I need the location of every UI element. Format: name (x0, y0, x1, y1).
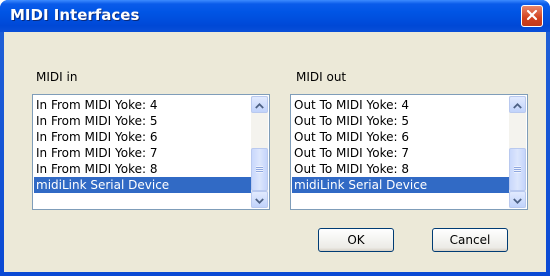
list-item[interactable]: midiLink Serial Device (34, 177, 251, 193)
list-item[interactable]: In From MIDI Yoke: 6 (34, 129, 251, 145)
midi-out-scroll-thumb[interactable] (509, 148, 526, 191)
midi-in-scrollbar[interactable] (251, 96, 268, 208)
grip-icon (514, 166, 521, 173)
list-item[interactable]: Out To MIDI Yoke: 5 (292, 113, 509, 129)
ok-button[interactable]: OK (318, 228, 394, 252)
window-title: MIDI Interfaces (10, 6, 140, 24)
midi-out-label: MIDI out (296, 70, 347, 84)
list-item[interactable]: midiLink Serial Device (292, 177, 509, 193)
midi-in-scroll-down-button[interactable] (251, 191, 268, 208)
title-bar[interactable]: MIDI Interfaces (0, 0, 550, 32)
arrow-down-icon (255, 193, 264, 207)
midi-out-scrollbar[interactable] (509, 96, 526, 208)
close-button[interactable] (521, 5, 543, 27)
midi-in-scroll-up-button[interactable] (251, 96, 268, 113)
midi-in-scroll-thumb[interactable] (251, 148, 268, 191)
dialog-window: MIDI Interfaces MIDI in In From MIDI Yok… (0, 0, 550, 276)
list-item[interactable]: Out To MIDI Yoke: 8 (292, 161, 509, 177)
list-item[interactable]: In From MIDI Yoke: 5 (34, 113, 251, 129)
list-item[interactable]: Out To MIDI Yoke: 6 (292, 129, 509, 145)
list-item[interactable]: In From MIDI Yoke: 7 (34, 145, 251, 161)
midi-out-items: Out To MIDI Yoke: 4 Out To MIDI Yoke: 5 Ou… (292, 97, 509, 193)
list-item[interactable]: Out To MIDI Yoke: 4 (292, 97, 509, 113)
midi-out-scroll-down-button[interactable] (509, 191, 526, 208)
midi-in-items: In From MIDI Yoke: 4 In From MIDI Yoke: 5… (34, 97, 251, 193)
close-icon (526, 9, 538, 24)
arrow-down-icon (513, 193, 522, 207)
dialog-client: MIDI in In From MIDI Yoke: 4 In From MIDI… (4, 32, 546, 272)
midi-in-listbox[interactable]: In From MIDI Yoke: 4 In From MIDI Yoke: 5… (32, 94, 270, 210)
list-item[interactable]: Out To MIDI Yoke: 7 (292, 145, 509, 161)
grip-icon (256, 166, 263, 173)
cancel-button[interactable]: Cancel (432, 228, 508, 252)
list-item[interactable]: In From MIDI Yoke: 8 (34, 161, 251, 177)
arrow-up-icon (513, 98, 522, 112)
arrow-up-icon (255, 98, 264, 112)
list-item[interactable]: In From MIDI Yoke: 4 (34, 97, 251, 113)
midi-out-scroll-up-button[interactable] (509, 96, 526, 113)
midi-out-listbox[interactable]: Out To MIDI Yoke: 4 Out To MIDI Yoke: 5 Ou… (290, 94, 528, 210)
midi-in-label: MIDI in (36, 70, 78, 84)
